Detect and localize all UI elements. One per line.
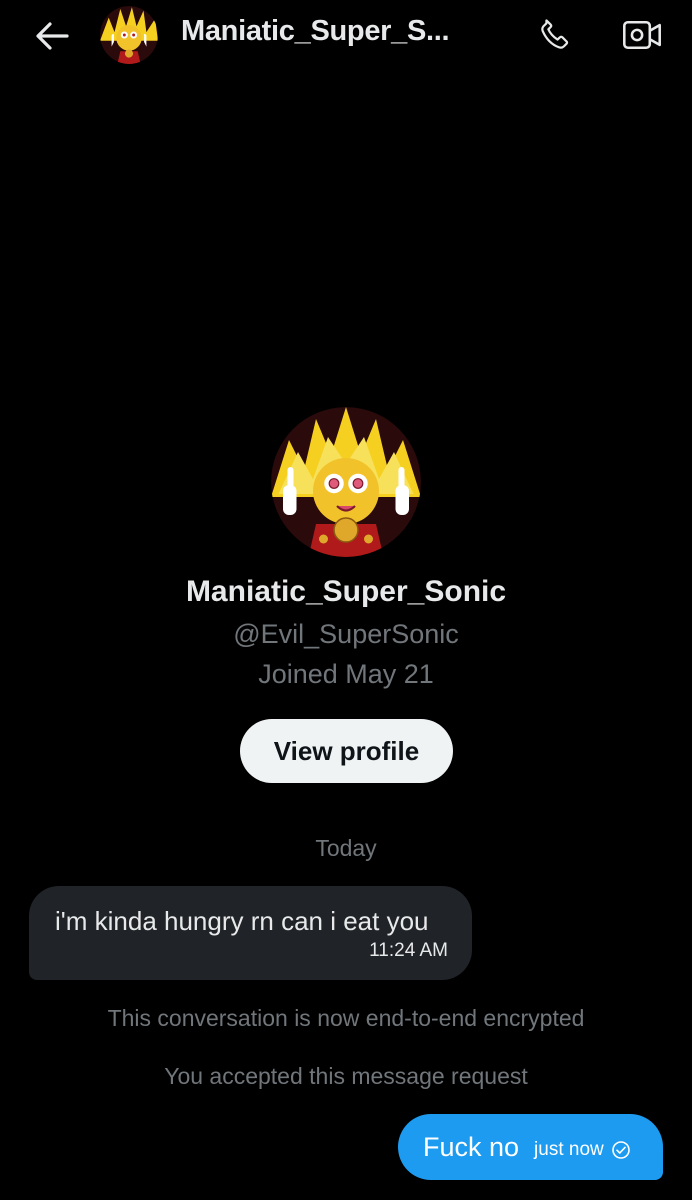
incoming-message-bubble[interactable]: i'm kinda hungry rn can i eat you 11:24 … <box>29 886 472 980</box>
profile-display-name: Maniatic_Super_Sonic <box>185 575 507 608</box>
header-avatar[interactable] <box>100 6 158 64</box>
system-message-accepted: You accepted this message request <box>164 1063 528 1089</box>
phone-icon <box>541 19 569 49</box>
dm-conversation-screen: Maniatic_Super_S... Maniatic_Super_Sonic… <box>0 0 692 1200</box>
header-title[interactable]: Maniatic_Super_S... <box>181 15 450 48</box>
outgoing-message-text: Fuck no <box>423 1131 520 1162</box>
avatar-image <box>100 6 158 64</box>
incoming-message-text: i'm kinda hungry rn can i eat you <box>55 906 429 936</box>
date-divider: Today <box>315 835 377 861</box>
call-button[interactable] <box>532 12 578 58</box>
profile-handle: @Evil_SuperSonic <box>233 619 459 649</box>
avatar-image <box>271 407 421 557</box>
outgoing-message-bubble[interactable]: Fuck no just now <box>398 1114 663 1180</box>
seen-check-icon <box>611 1140 631 1160</box>
arrow-left-icon <box>36 22 69 50</box>
back-button[interactable] <box>30 16 74 56</box>
system-message-encrypted: This conversation is now end-to-end encr… <box>107 1005 585 1031</box>
conversation-header: Maniatic_Super_S... <box>0 0 692 72</box>
incoming-message-time: 11:24 AM <box>369 940 448 961</box>
profile-avatar[interactable] <box>271 407 421 557</box>
video-camera-icon <box>623 20 661 50</box>
profile-joined-date: Joined May 21 <box>258 659 434 689</box>
video-call-button[interactable] <box>619 12 665 58</box>
view-profile-button[interactable]: View profile <box>240 719 453 783</box>
outgoing-message-time: just now <box>534 1139 604 1160</box>
